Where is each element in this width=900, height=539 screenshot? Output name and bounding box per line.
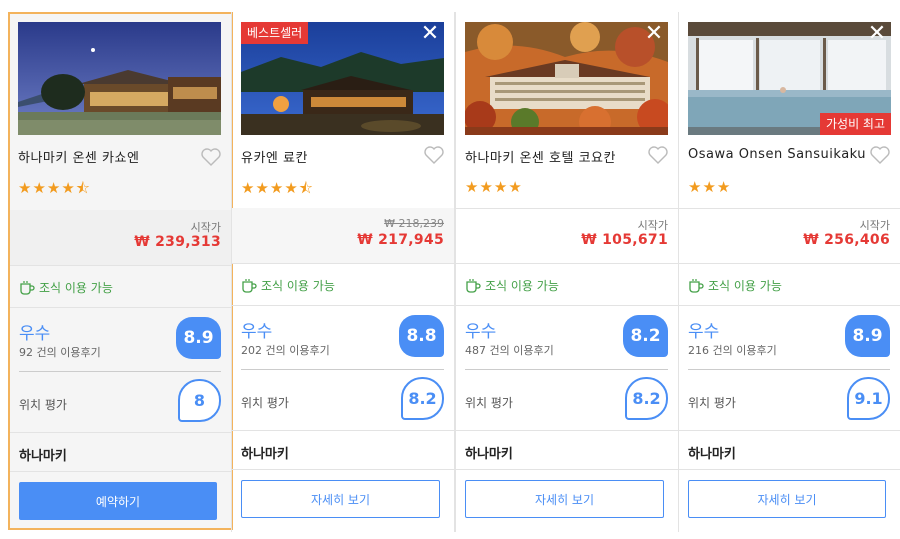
divider (232, 305, 454, 306)
divider (232, 263, 454, 264)
area-name: 하나마키 (465, 447, 513, 462)
close-icon[interactable]: ✕ (642, 22, 666, 46)
rating-label: 우수 (19, 324, 51, 344)
price-section: ₩ 218,239 ₩ 217,945 (232, 208, 454, 263)
coffee-cup-icon (20, 280, 35, 295)
hotel-card-kashoen[interactable]: 하나마키 온센 카쇼엔 ★★★★⯪ 시작가 ₩ 239,313 조식 이용 가능… (8, 12, 233, 530)
location-label: 위치 평가 (688, 396, 736, 410)
location-score: 8.2 (625, 377, 668, 420)
hotel-card-sansuikaku[interactable]: 가성비 최고 ✕ Osawa Onsen Sansuikaku ★★★ 시작가 … (678, 12, 900, 532)
divider (456, 263, 678, 264)
close-icon[interactable]: ✕ (865, 22, 889, 46)
divider (456, 469, 678, 470)
hotel-photo[interactable]: ✕ (465, 22, 668, 135)
review-score: 8.2 (623, 315, 668, 357)
area-name: 하나마키 (688, 447, 736, 462)
divider (679, 305, 900, 306)
best-value-badge: 가성비 최고 (819, 113, 891, 135)
divider (10, 307, 231, 308)
price-from-label: 시작가 (859, 219, 890, 232)
breakfast-available: 조식 이용 가능 (465, 271, 559, 299)
divider (10, 432, 231, 433)
location-score: 8.2 (401, 377, 444, 420)
divider (679, 430, 900, 431)
heart-icon[interactable] (424, 146, 444, 164)
breakfast-label: 조식 이용 가능 (39, 280, 113, 295)
price-section: 시작가 ₩ 239,313 (10, 210, 231, 265)
view-details-button[interactable]: 자세히 보기 (241, 480, 440, 518)
divider (232, 430, 454, 431)
close-icon[interactable]: ✕ (418, 22, 442, 46)
price-from-label: 시작가 (637, 219, 668, 232)
location-label: 위치 평가 (241, 396, 289, 410)
rating-label: 우수 (688, 322, 720, 342)
hotel-photo[interactable] (18, 22, 221, 135)
coffee-cup-icon (689, 278, 704, 293)
price-from-label: 시작가 (190, 221, 221, 234)
heart-icon[interactable] (201, 148, 221, 166)
breakfast-label: 조식 이용 가능 (485, 278, 559, 293)
rating-label: 우수 (241, 322, 273, 342)
heart-icon[interactable] (870, 146, 890, 164)
hotel-card-yukaen[interactable]: 베스트셀러 ✕ 유카엔 료칸 ★★★★⯪ ₩ 218,239 ₩ 217,945… (231, 12, 455, 532)
hotel-comparison: 하나마키 온센 카쇼엔 ★★★★⯪ 시작가 ₩ 239,313 조식 이용 가능… (0, 0, 900, 539)
divider (241, 369, 444, 370)
divider (19, 371, 221, 372)
location-score: 8 (178, 379, 221, 422)
star-rating: ★★★★⯪ (18, 179, 91, 197)
review-count[interactable]: 216 건의 이용후기 (688, 342, 777, 358)
hotel-name[interactable]: 유카엔 료칸 (241, 147, 308, 166)
divider (679, 469, 900, 470)
price-section: 시작가 ₩ 256,406 (679, 208, 900, 263)
divider (232, 469, 454, 470)
review-score: 8.9 (176, 317, 221, 359)
breakfast-available: 조식 이용 가능 (241, 271, 335, 299)
hotel-name[interactable]: 하나마키 온센 호텔 코요칸 (465, 147, 616, 166)
heart-icon[interactable] (648, 146, 668, 164)
area-name: 하나마키 (19, 449, 67, 464)
rating-label: 우수 (465, 322, 497, 342)
breakfast-available: 조식 이용 가능 (19, 273, 113, 301)
coffee-cup-icon (242, 278, 257, 293)
divider (688, 369, 890, 370)
coffee-cup-icon (466, 278, 481, 293)
hotel-photo[interactable]: 가성비 최고 ✕ (688, 22, 891, 135)
review-count[interactable]: 202 건의 이용후기 (241, 342, 330, 358)
divider (456, 430, 678, 431)
review-count[interactable]: 487 건의 이용후기 (465, 342, 554, 358)
original-price: ₩ 218,239 (384, 217, 444, 230)
price-section: 시작가 ₩ 105,671 (456, 208, 678, 263)
price[interactable]: ₩ 256,406 (803, 232, 890, 248)
location-label: 위치 평가 (465, 396, 513, 410)
area-name: 하나마키 (241, 447, 289, 462)
price[interactable]: ₩ 105,671 (581, 232, 668, 248)
view-details-button[interactable]: 자세히 보기 (688, 480, 886, 518)
breakfast-available: 조식 이용 가능 (688, 271, 782, 299)
hotel-photo[interactable]: 베스트셀러 ✕ (241, 22, 444, 135)
breakfast-label: 조식 이용 가능 (261, 278, 335, 293)
bestseller-badge: 베스트셀러 (241, 22, 309, 44)
view-details-button[interactable]: 자세히 보기 (465, 480, 664, 518)
breakfast-label: 조식 이용 가능 (708, 278, 782, 293)
book-button[interactable]: 예약하기 (19, 482, 217, 520)
divider (465, 369, 668, 370)
review-score: 8.8 (399, 315, 444, 357)
location-score: 9.1 (847, 377, 890, 420)
star-rating: ★★★★ (465, 178, 523, 196)
price[interactable]: ₩ 217,945 (357, 232, 444, 248)
hotel-name[interactable]: 하나마키 온센 카쇼엔 (18, 147, 139, 166)
divider (10, 265, 231, 266)
star-rating: ★★★ (688, 178, 732, 196)
hotel-name[interactable]: Osawa Onsen Sansuikaku (688, 147, 866, 162)
divider (456, 305, 678, 306)
divider (10, 471, 231, 472)
divider (679, 263, 900, 264)
review-count[interactable]: 92 건의 이용후기 (19, 344, 101, 360)
star-rating: ★★★★⯪ (241, 179, 314, 197)
price[interactable]: ₩ 239,313 (134, 234, 221, 250)
hotel-card-koyokan[interactable]: ✕ 하나마키 온센 호텔 코요칸 ★★★★ 시작가 ₩ 105,671 조식 이… (455, 12, 679, 532)
review-score: 8.9 (845, 315, 890, 357)
location-label: 위치 평가 (19, 398, 67, 412)
